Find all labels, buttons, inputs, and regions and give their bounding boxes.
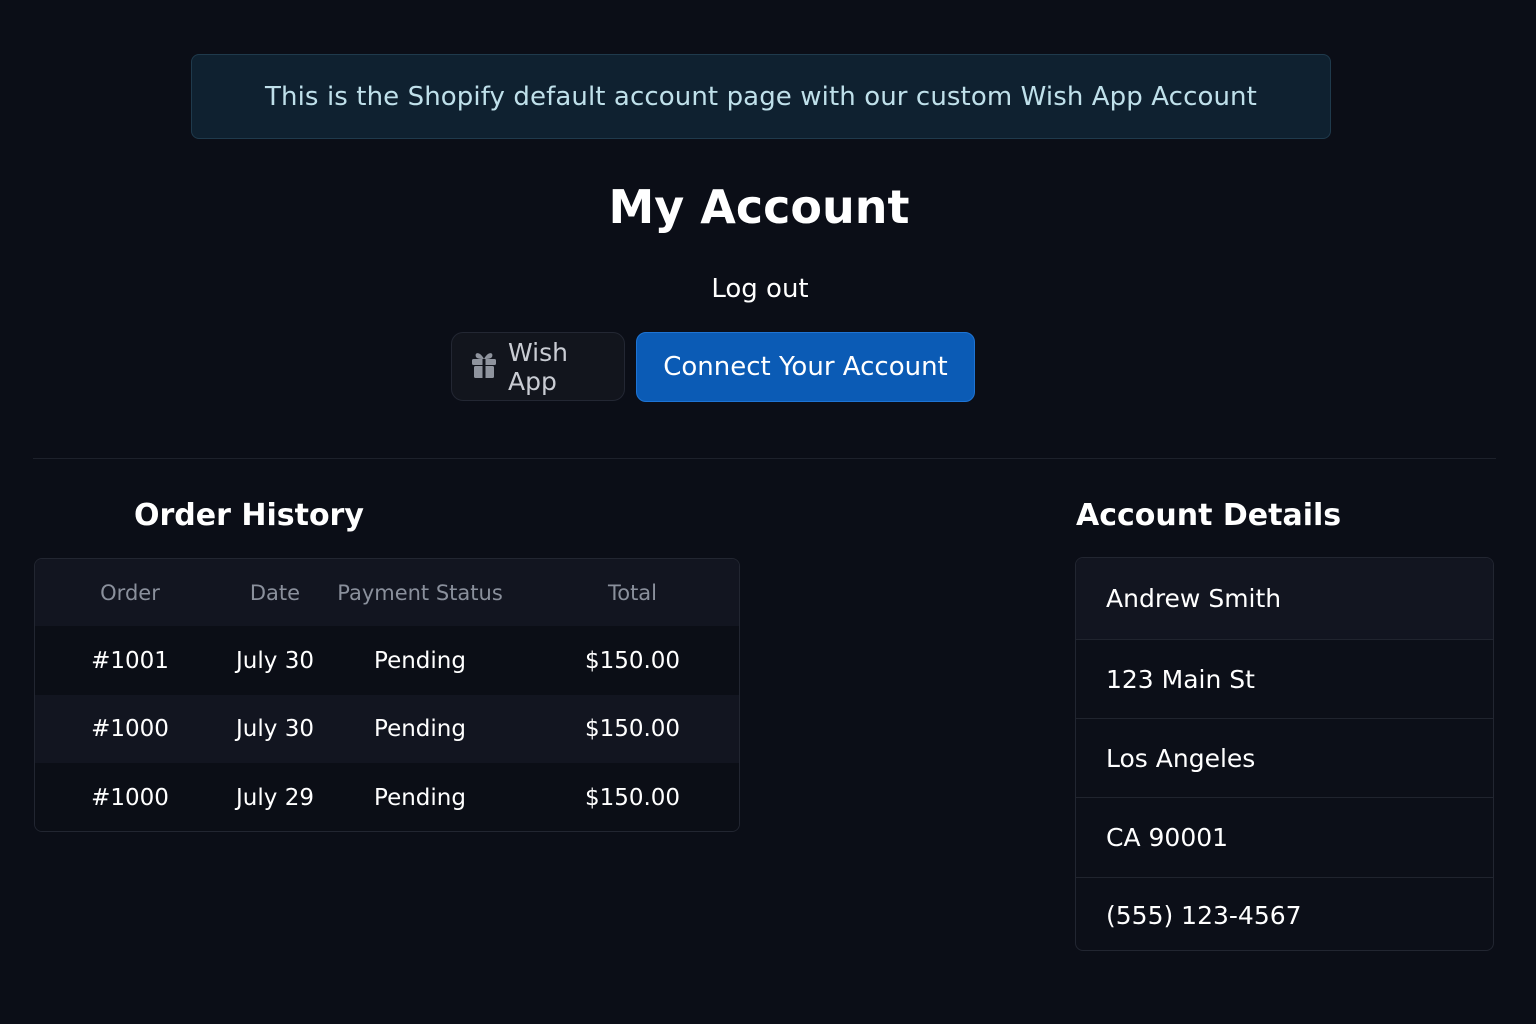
info-banner-text: This is the Shopify default account page… — [265, 81, 1257, 112]
connect-account-label: Connect Your Account — [663, 352, 948, 382]
payment-status-cell: Pending — [374, 716, 466, 742]
order-date-cell: July 30 — [236, 647, 314, 674]
address-street: 123 Main St — [1076, 640, 1493, 719]
column-header-payment-status: Payment Status — [337, 580, 503, 605]
order-number-cell[interactable]: #1001 — [80, 626, 180, 695]
column-header-total: Total — [607, 580, 658, 605]
table-row[interactable]: #1001 July 30 Pending $150.00 — [35, 626, 739, 695]
order-history-title: Order History — [134, 498, 364, 533]
logout-link[interactable]: Log out — [0, 274, 1520, 304]
order-number-cell[interactable]: #1000 — [80, 763, 180, 831]
wish-app-label: Wish App — [508, 337, 568, 396]
order-total-cell: $150.00 — [584, 716, 681, 742]
order-date-cell: July 30 — [236, 716, 314, 742]
address-state-zip: CA 90001 — [1076, 798, 1493, 878]
column-header-order: Order — [100, 580, 160, 605]
account-details-title: Account Details — [1076, 498, 1342, 533]
order-date-cell: July 29 — [236, 785, 314, 811]
info-banner: This is the Shopify default account page… — [191, 54, 1331, 139]
gift-icon — [470, 349, 498, 385]
phone-number: (555) 123-4567 — [1106, 900, 1302, 930]
section-divider — [33, 458, 1496, 459]
page-title: My Account — [608, 180, 910, 234]
order-number-cell[interactable]: #1000 — [80, 695, 180, 763]
order-history-table: Order Date Payment Status Total #1001 Ju… — [34, 558, 740, 832]
address-city: Los Angeles — [1076, 719, 1493, 798]
table-row[interactable]: #1000 July 30 Pending $150.00 — [35, 695, 739, 763]
column-header-date: Date — [249, 580, 301, 605]
wish-app-button[interactable]: Wish App — [451, 332, 625, 401]
payment-status-cell: Pending — [374, 647, 466, 674]
account-name: Andrew Smith — [1076, 558, 1493, 640]
account-page: This is the Shopify default account page… — [0, 0, 1536, 1024]
table-header-row: Order Date Payment Status Total — [35, 559, 739, 626]
table-row[interactable]: #1000 July 29 Pending $150.00 — [35, 763, 739, 831]
connect-account-button[interactable]: Connect Your Account — [636, 332, 975, 402]
account-details-card: Andrew Smith 123 Main St Los Angeles CA … — [1075, 557, 1494, 951]
order-total-cell: $150.00 — [584, 647, 681, 674]
order-total-cell: $150.00 — [584, 785, 681, 811]
payment-status-cell: Pending — [374, 785, 466, 811]
